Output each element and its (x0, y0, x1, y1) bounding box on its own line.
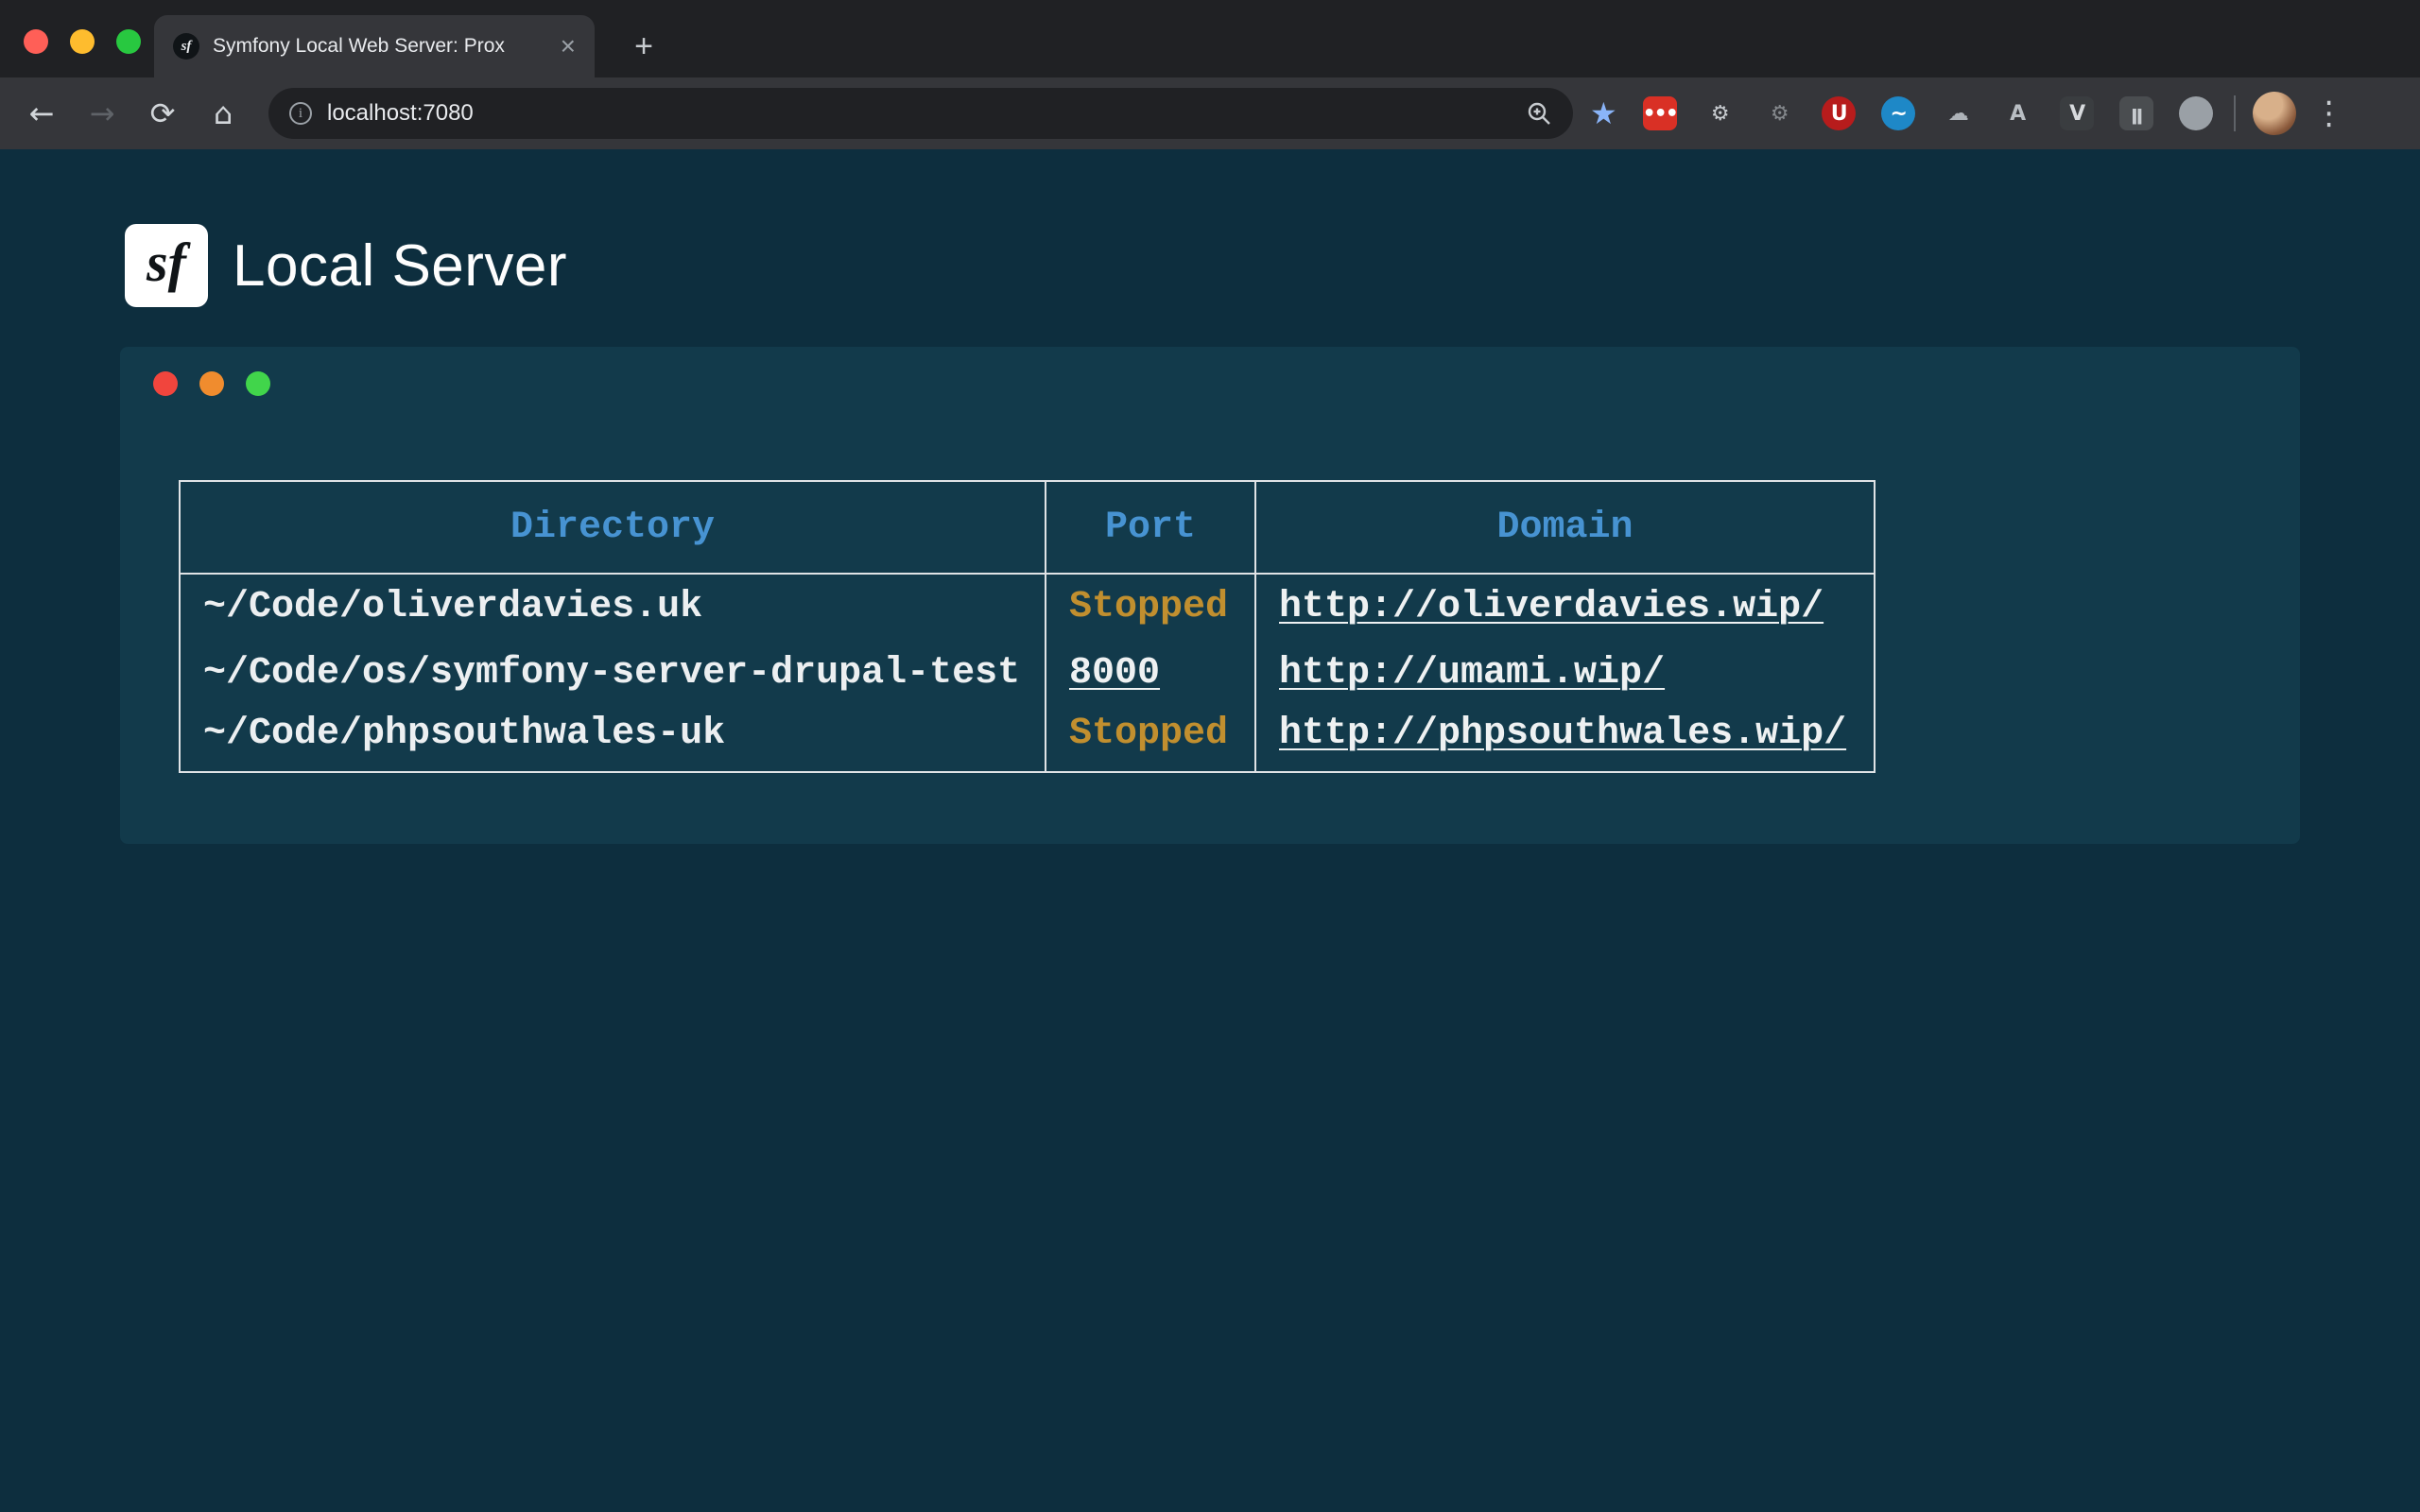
terminal-window-dots (120, 347, 2300, 396)
tab-close-icon[interactable]: × (561, 33, 576, 60)
page-title: Local Server (233, 232, 567, 300)
tab-title: Symfony Local Web Server: Prox (213, 35, 547, 58)
reload-icon[interactable]: ⟳ (136, 87, 189, 140)
domain-link[interactable]: http://phpsouthwales.wip/ (1279, 713, 1846, 755)
port-cell: Stopped (1046, 706, 1255, 772)
browser-menu-icon[interactable]: ⋮ (2313, 94, 2345, 132)
directory-cell: ~/Code/os/symfony-server-drupal-test (180, 640, 1046, 706)
extension-gear-dark-icon[interactable]: ⚙ (1756, 91, 1802, 136)
tab-favicon-icon: sf (173, 33, 199, 60)
site-info-icon[interactable]: i (289, 102, 312, 125)
port-cell: Stopped (1046, 574, 1255, 640)
page-content: sf Local Server Directory Port Domain (0, 149, 2420, 1512)
port-link[interactable]: 8000 (1069, 652, 1160, 695)
terminal-dot-red-icon (153, 371, 178, 396)
bookmark-star-icon[interactable]: ★ (1590, 95, 1617, 131)
terminal-dot-orange-icon (199, 371, 224, 396)
terminal-panel: Directory Port Domain ~/Code/oliverdavie… (120, 347, 2300, 844)
port-status: Stopped (1069, 713, 1228, 755)
profile-avatar[interactable] (2253, 92, 2296, 135)
ublock-icon[interactable]: U (1816, 91, 1861, 136)
address-bar[interactable]: i localhost:7080 (268, 88, 1573, 139)
extensions-area: ••• ⚙ ⚙ U ~ ☁ AVꞁꞁ (1623, 91, 2219, 136)
browser-tab[interactable]: sf Symfony Local Web Server: Prox × (154, 15, 595, 77)
port-status: Stopped (1069, 586, 1228, 628)
extension-grid-icon[interactable]: ꞁꞁ (2114, 91, 2159, 136)
column-header-directory: Directory (180, 481, 1046, 574)
directory-cell: ~/Code/phpsouthwales-uk (180, 706, 1046, 772)
new-tab-button[interactable]: + (622, 25, 666, 68)
table-header-row: Directory Port Domain (180, 481, 1875, 574)
browser-window: sf Symfony Local Web Server: Prox × + ← … (0, 0, 2420, 1512)
github-icon[interactable] (2173, 91, 2219, 136)
extension-gear-light-icon[interactable]: ⚙ (1697, 91, 1742, 136)
directory-cell: ~/Code/oliverdavies.uk (180, 574, 1046, 640)
brand-header: sf Local Server (125, 224, 567, 307)
window-zoom-button[interactable] (116, 29, 141, 54)
symfony-logo: sf (125, 224, 208, 307)
extension-blue-disc-icon[interactable]: ~ (1876, 91, 1921, 136)
symfony-logo-glyph: sf (147, 231, 186, 301)
domain-cell: http://umami.wip/ (1255, 640, 1875, 706)
domain-cell: http://phpsouthwales.wip/ (1255, 706, 1875, 772)
window-controls (24, 29, 141, 54)
toolbar-divider (2234, 95, 2236, 131)
extension-v-icon[interactable]: V (2054, 91, 2100, 136)
domain-link[interactable]: http://umami.wip/ (1279, 652, 1665, 695)
table-row: ~/Code/os/symfony-server-drupal-test 800… (180, 640, 1875, 706)
window-close-button[interactable] (24, 29, 48, 54)
window-minimize-button[interactable] (70, 29, 95, 54)
tab-favicon-glyph: sf (182, 39, 192, 55)
domain-link[interactable]: http://oliverdavies.wip/ (1279, 586, 1824, 628)
browser-toolbar: ← → ⟳ ⌂ i localhost:7080 ★ •••⚙⚙U~☁AVꞁꞁ … (0, 77, 2420, 149)
extension-a-icon[interactable]: A (1995, 91, 2040, 136)
domain-cell: http://oliverdavies.wip/ (1255, 574, 1875, 640)
column-header-domain: Domain (1255, 481, 1875, 574)
port-cell: 8000 (1046, 640, 1255, 706)
forward-icon: → (76, 87, 129, 140)
column-header-port: Port (1046, 481, 1255, 574)
extension-cloud-icon[interactable]: ☁ (1935, 91, 1980, 136)
servers-table: Directory Port Domain ~/Code/oliverdavie… (179, 480, 1876, 773)
tab-strip: sf Symfony Local Web Server: Prox × + (0, 0, 2420, 77)
terminal-dot-green-icon (246, 371, 270, 396)
back-icon[interactable]: ← (15, 87, 68, 140)
url-text[interactable]: localhost:7080 (327, 100, 1511, 127)
home-icon[interactable]: ⌂ (197, 87, 250, 140)
magnifier-icon[interactable] (1526, 100, 1552, 127)
table-row: ~/Code/oliverdavies.uk Stopped http://ol… (180, 574, 1875, 640)
extension-dots-icon[interactable]: ••• (1637, 91, 1683, 136)
table-row: ~/Code/phpsouthwales-uk Stopped http://p… (180, 706, 1875, 772)
